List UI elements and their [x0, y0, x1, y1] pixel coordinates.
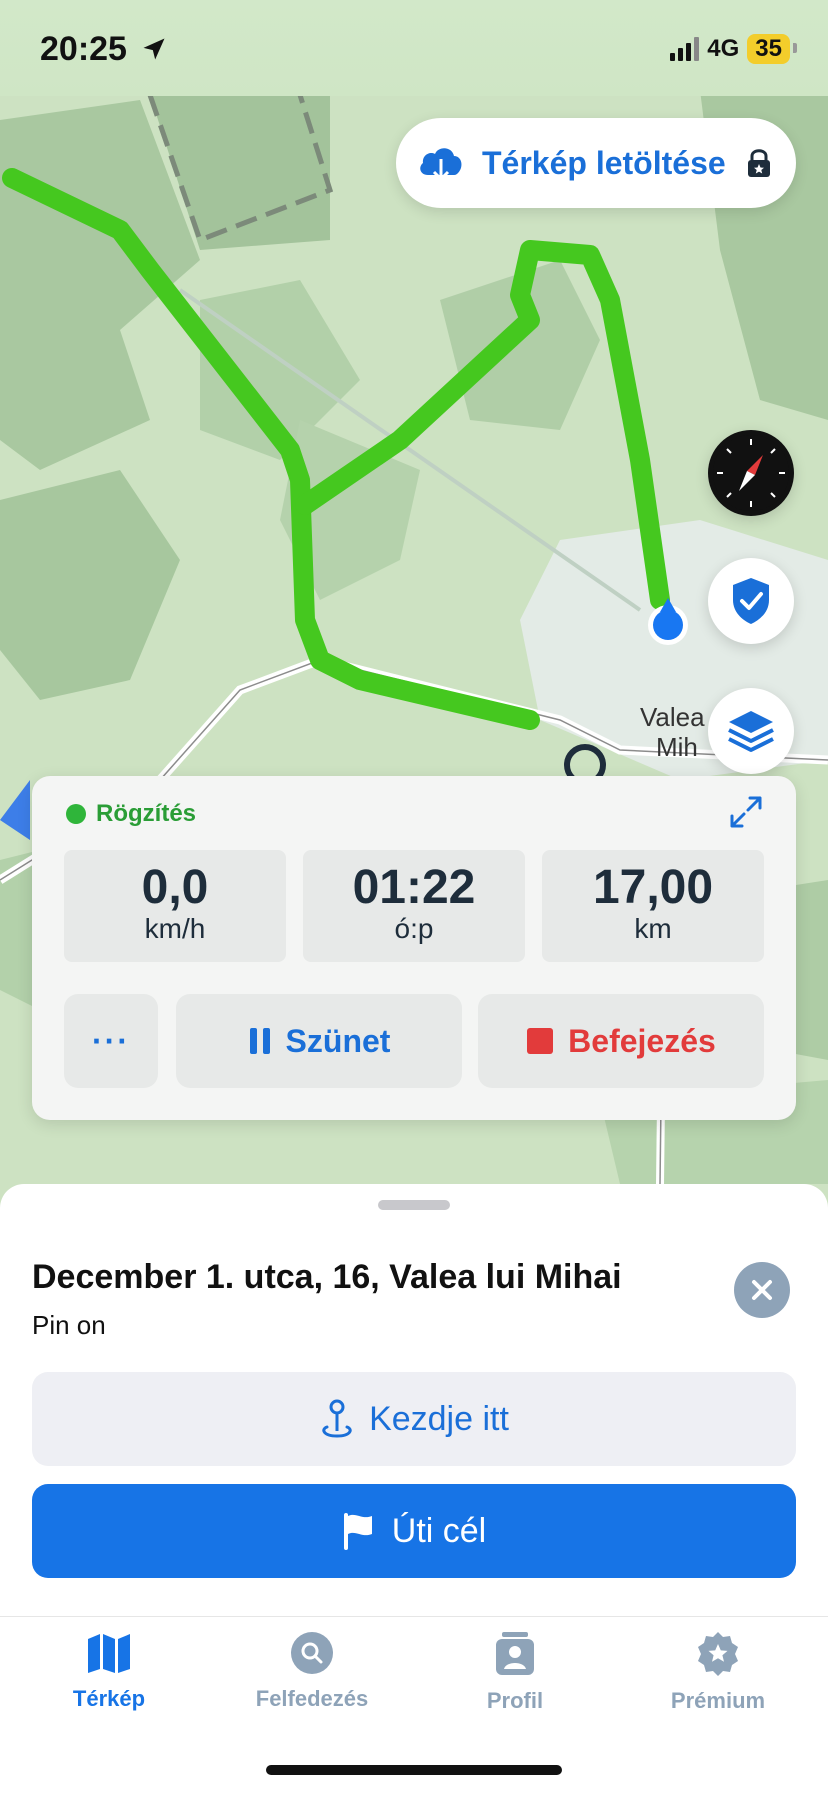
finish-button[interactable]: Befejezés: [478, 994, 764, 1088]
sheet-grabber[interactable]: [378, 1200, 450, 1210]
status-time: 20:25: [40, 30, 168, 69]
status-bar: 20:25 4G 35: [0, 0, 828, 96]
pause-label: Szünet: [285, 1022, 391, 1059]
battery-indicator: 35: [747, 34, 797, 64]
expand-icon: [730, 796, 762, 828]
tab-map[interactable]: Térkép: [9, 1631, 209, 1712]
start-here-button[interactable]: Kezdje itt: [32, 1372, 796, 1466]
map-layers-button[interactable]: [708, 688, 794, 774]
finish-label: Befejezés: [568, 1022, 716, 1059]
more-options-icon: ···: [92, 1022, 130, 1059]
pause-button[interactable]: Szünet: [176, 994, 462, 1088]
shield-check-icon: [733, 578, 769, 624]
start-here-label: Kezdje itt: [369, 1399, 509, 1438]
download-map-button[interactable]: Térkép letöltése: [396, 118, 796, 208]
close-icon: [752, 1280, 772, 1300]
tab-profile[interactable]: Profil: [415, 1631, 615, 1714]
close-sheet-button[interactable]: [734, 1262, 790, 1318]
compass-button[interactable]: [708, 430, 794, 516]
place-title: December 1. utca, 16, Valea lui Mihai: [32, 1258, 622, 1296]
tab-map-label: Térkép: [72, 1686, 146, 1711]
place-subtitle: Pin on: [32, 1310, 106, 1340]
speed-unit: km/h: [144, 913, 206, 944]
speed-value: 0,0: [141, 861, 209, 914]
map-icon: [88, 1634, 130, 1673]
duration-value: 01:22: [352, 861, 476, 914]
tab-premium-label: Prémium: [670, 1688, 766, 1713]
distance-value: 17,00: [592, 861, 714, 914]
cellular-signal-icon: [670, 37, 700, 61]
tab-profile-label: Profil: [486, 1688, 544, 1713]
recording-panel: Rögzítés 0,0 km/h 01:22 ó:p 17,00 km ···…: [32, 776, 796, 1120]
tab-explore-label: Felfedezés: [255, 1686, 369, 1711]
home-indicator: [266, 1765, 562, 1775]
speed-stat: 0,0 km/h: [64, 850, 286, 962]
tab-explore[interactable]: Felfedezés: [212, 1631, 412, 1712]
search-icon: [291, 1632, 333, 1674]
recording-dot-icon: [66, 804, 86, 824]
distance-stat: 17,00 km: [542, 850, 764, 962]
recording-status-label: Rögzítés: [96, 800, 197, 827]
flag-icon: [343, 1513, 372, 1550]
duration-unit: ó:p: [394, 913, 434, 944]
expand-panel-button[interactable]: [726, 792, 766, 837]
cloud-download-icon: [420, 148, 462, 182]
recording-status: Rögzítés: [66, 800, 196, 828]
network-type: 4G: [707, 35, 740, 62]
destination-label: Úti cél: [391, 1511, 487, 1550]
more-options-button[interactable]: ···: [64, 994, 158, 1088]
tab-premium[interactable]: Prémium: [618, 1631, 818, 1714]
safety-shield-button[interactable]: [708, 558, 794, 644]
star-badge-icon: [698, 1632, 738, 1676]
map-place-label: Valea Mih: [640, 702, 705, 762]
layers-icon: [728, 711, 774, 752]
download-map-label: Térkép letöltése: [482, 144, 726, 181]
distance-unit: km: [634, 913, 672, 944]
destination-button[interactable]: Úti cél: [32, 1484, 796, 1578]
start-pin-icon: [322, 1399, 352, 1438]
premium-lock-icon: [747, 149, 770, 177]
compass-icon: [713, 435, 789, 511]
profile-icon: [496, 1632, 534, 1675]
location-arrow-icon: [143, 38, 165, 60]
pause-icon: [249, 1028, 270, 1054]
duration-stat: 01:22 ó:p: [303, 850, 525, 962]
stop-icon: [527, 1028, 554, 1054]
